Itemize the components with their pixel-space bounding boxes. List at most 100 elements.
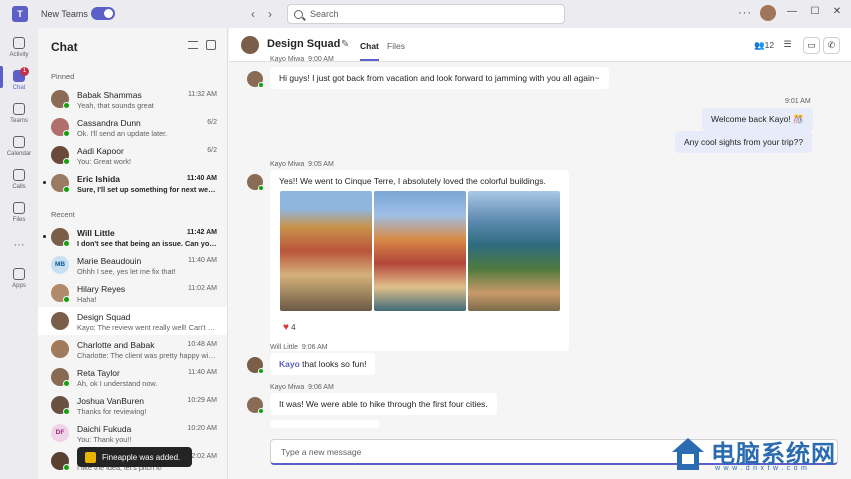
video-call-icon[interactable]: ▭	[803, 37, 820, 54]
tab-chat[interactable]: Chat	[360, 41, 379, 61]
tab-files[interactable]: Files	[387, 41, 405, 51]
avatar	[51, 118, 70, 137]
forward-arrow-icon[interactable]: ›	[263, 7, 277, 21]
maximize-button[interactable]: ☐	[808, 6, 822, 17]
meeting-notes-icon[interactable]: ☰	[779, 37, 796, 54]
close-button[interactable]: ✕	[830, 6, 844, 17]
rail-apps[interactable]: Apps	[0, 268, 38, 289]
participants-count[interactable]: 👥12	[754, 40, 774, 51]
chat-name: Design Squad	[77, 312, 131, 322]
avatar	[51, 452, 70, 471]
recent-section-label: Recent	[51, 210, 75, 219]
new-teams-toggle[interactable]	[91, 7, 115, 20]
group-avatar	[241, 36, 259, 54]
chat-preview: Ohhh I see, yes let me fix that!	[77, 267, 176, 276]
chat-list-item[interactable]: Aadi Kapoor You: Great work! 6/2	[38, 141, 227, 169]
chat-time: 10:48 AM	[187, 341, 217, 348]
rail-label: Apps	[12, 283, 26, 289]
avatar	[51, 396, 70, 415]
rail-files[interactable]: Files	[0, 202, 38, 223]
chat-list-item-selected[interactable]: Design Squad Kayo: The review went reall…	[38, 307, 227, 335]
message-text: Yes!! We went to Cinque Terre, I absolut…	[279, 176, 546, 186]
file-icon	[13, 202, 25, 214]
chat-name: Joshua VanBuren	[77, 396, 144, 406]
chat-name: Cassandra Dunn	[77, 118, 141, 128]
search-box[interactable]: Search	[287, 4, 565, 24]
more-options-icon[interactable]: ···	[738, 7, 752, 19]
photo-attachment[interactable]	[280, 191, 372, 311]
avatar	[51, 146, 70, 165]
unread-badge: 1	[20, 67, 29, 76]
avatar	[51, 368, 70, 387]
back-arrow-icon[interactable]: ‹	[246, 7, 260, 21]
message-meta: Kayo Miwa 9:05 AM	[270, 161, 334, 168]
chat-name: Marie Beaudouin	[77, 256, 142, 266]
avatar	[51, 174, 70, 193]
avatar	[51, 284, 70, 303]
chat-preview: Sure, I'll set up something for next wee…	[77, 185, 217, 194]
toast-notification: Fineapple was added.	[77, 447, 192, 467]
chat-list-item[interactable]: Will Little I don't see that being an is…	[38, 223, 227, 251]
chat-time: 10:20 AM	[187, 425, 217, 432]
rail-calendar[interactable]: Calendar	[0, 136, 38, 157]
teams-logo-icon: T	[12, 6, 28, 22]
message-meta: Kayo Miwa 9:00 AM	[270, 56, 334, 63]
chat-time: 2:02 AM	[191, 453, 217, 460]
new-chat-icon[interactable]	[206, 40, 216, 50]
chat-list-item[interactable]: Babak Shammas Yeah, that sounds great 11…	[38, 85, 227, 113]
rail-label: Chat	[12, 85, 26, 91]
photo-attachment[interactable]	[374, 191, 466, 311]
bell-icon	[13, 37, 25, 49]
group-avatar	[51, 340, 69, 358]
rail-teams[interactable]: Teams	[0, 103, 38, 124]
chat-list-panel: Chat Pinned Babak Shammas Yeah, that sou…	[38, 28, 228, 479]
participants-number: 12	[764, 40, 775, 50]
chat-list-item[interactable]: DF Daichi Fukuda You: Thank you!! 10:20 …	[38, 419, 227, 447]
chat-preview: Haha!	[77, 295, 97, 304]
edit-name-icon[interactable]: ✎	[341, 39, 349, 50]
profile-avatar[interactable]	[760, 5, 776, 21]
chat-name: Aadi Kapoor	[77, 146, 124, 156]
chat-list-item[interactable]: Charlotte and Babak Charlotte: The clien…	[38, 335, 227, 363]
chat-preview: I don't see that being an issue. Can you…	[77, 239, 217, 248]
sender-avatar	[247, 397, 264, 414]
audio-call-icon[interactable]: ✆	[823, 37, 840, 54]
my-message-bubble: Welcome back Kayo! 🎊	[702, 108, 813, 131]
new-teams-label: New Teams	[41, 9, 88, 19]
chat-list-item[interactable]: MB Marie Beaudouin Ohhh I see, yes let m…	[38, 251, 227, 279]
chat-name: Eric Ishida	[77, 174, 120, 184]
rail-activity[interactable]: Activity	[0, 37, 38, 58]
rail-chat[interactable]: 1 Chat	[0, 67, 38, 91]
chat-list-item[interactable]: Cassandra Dunn Ok. I'll send an update l…	[38, 113, 227, 141]
photo-attachment[interactable]	[468, 191, 560, 311]
chat-time: 11:32 AM	[187, 91, 217, 98]
message-bubble-partial	[270, 420, 380, 428]
apps-icon	[13, 268, 25, 280]
rail-more[interactable]: ···	[0, 239, 38, 251]
minimize-button[interactable]: —	[785, 6, 799, 17]
search-placeholder: Search	[310, 9, 339, 19]
group-avatar	[51, 312, 69, 330]
mention[interactable]: Kayo	[279, 359, 300, 369]
chat-list-item[interactable]: Hilary Reyes Haha! 11:02 AM	[38, 279, 227, 307]
filter-icon[interactable]	[188, 41, 198, 49]
chat-time: 6/2	[207, 119, 217, 126]
reaction[interactable]: ♥ 4	[283, 322, 296, 333]
chat-preview: Yeah, that sounds great	[77, 101, 154, 110]
message-meta: Will Little 9:06 AM	[270, 344, 328, 351]
heart-icon: ♥	[283, 322, 289, 333]
chat-list-item[interactable]: Joshua VanBuren Thanks for reviewing! 10…	[38, 391, 227, 419]
chat-time: 11:02 AM	[187, 285, 217, 292]
message-time: 9:01 AM	[785, 98, 811, 105]
chat-time: 6/2	[207, 147, 217, 154]
chat-name: Babak Shammas	[77, 90, 142, 100]
phone-icon	[13, 169, 25, 181]
search-icon	[294, 9, 303, 19]
rail-calls[interactable]: Calls	[0, 169, 38, 190]
chat-list-item[interactable]: Eric Ishida Sure, I'll set up something …	[38, 169, 227, 197]
chat-time: 11:40 AM	[186, 175, 217, 182]
chat-list-item[interactable]: Reta Taylor Ah, ok I understand now. 11:…	[38, 363, 227, 391]
chat-time: 11:40 AM	[187, 257, 217, 264]
chat-name: Will Little	[77, 228, 115, 238]
my-message-bubble: Any cool sights from your trip??	[675, 131, 813, 153]
